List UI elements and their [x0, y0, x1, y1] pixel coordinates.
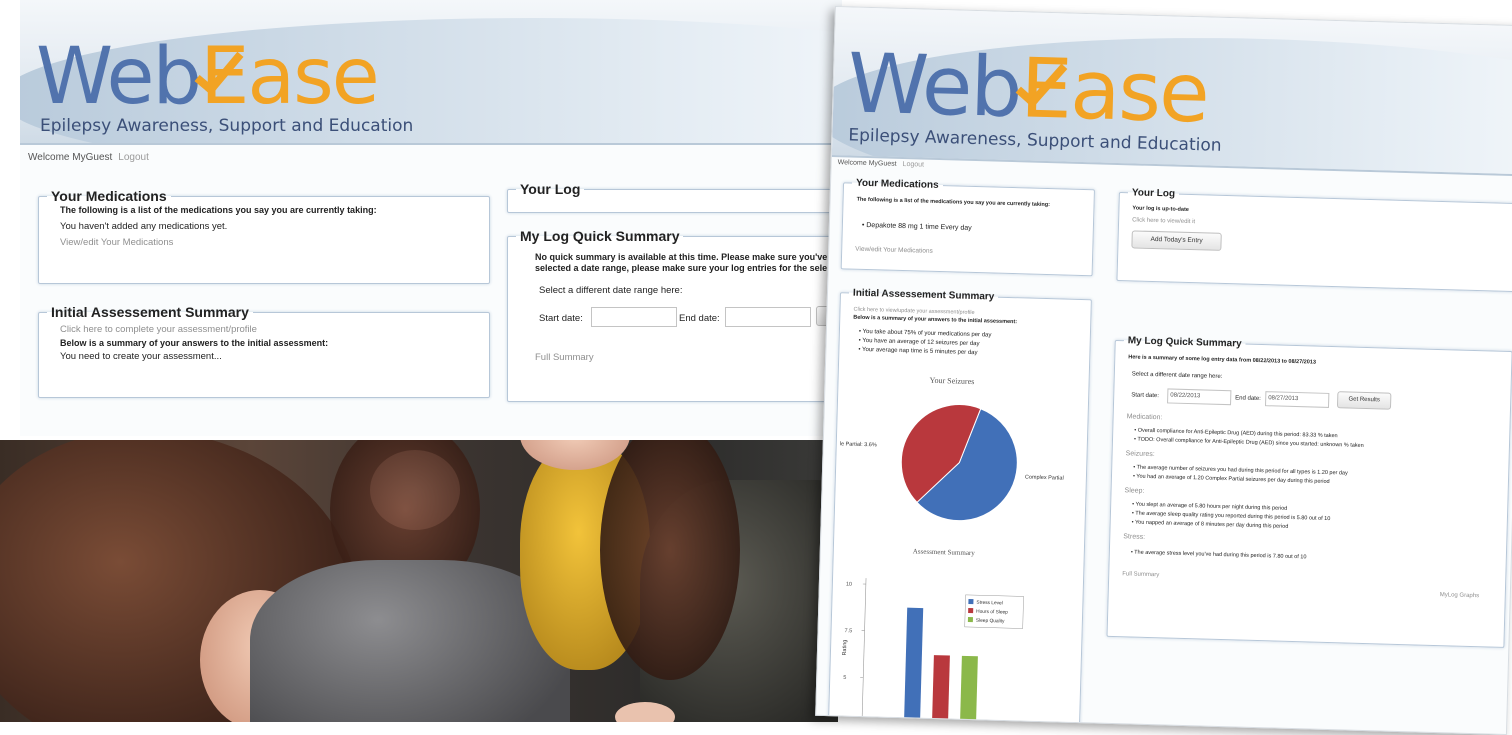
section-sleep-heading: Sleep:: [1124, 487, 1144, 495]
date-range-label: Select a different date range here:: [539, 285, 682, 296]
assessment-link[interactable]: Click here to complete your assessment/p…: [60, 324, 257, 335]
pie-chart-title: Your Seizures: [929, 376, 974, 386]
end-date-label-right: End date:: [1235, 395, 1261, 402]
section-medication-heading: Medication:: [1127, 413, 1163, 421]
assessment-note: You need to create your assessment...: [60, 351, 222, 362]
quick-summary-note-1: No quick summary is available at this ti…: [535, 252, 833, 262]
site-banner-right: WebEase Epilepsy Awareness, Support and …: [832, 7, 1512, 176]
add-todays-entry-button[interactable]: Add Today's Entry: [1131, 230, 1221, 251]
logout-link-right[interactable]: Logout: [903, 161, 925, 169]
bar-0: [904, 608, 923, 726]
get-results-button-right[interactable]: Get Results: [1337, 391, 1391, 410]
welcome-text: Welcome MyGuest: [28, 152, 112, 163]
mylog-graphs-link[interactable]: MyLog Graphs: [1440, 592, 1480, 599]
end-date-input[interactable]: [725, 307, 811, 327]
quick-summary-title: My Log Quick Summary: [516, 228, 683, 244]
assessment-title: Initial Assessement Summary: [47, 304, 253, 320]
end-date-label: End date:: [679, 313, 720, 324]
bar-y-axis-label: Rating: [842, 640, 848, 656]
legend-label-0: Stress Level: [976, 600, 1003, 607]
section-seizures-heading: Seizures:: [1126, 450, 1155, 458]
site-banner: WebEase Epilepsy Awareness, Support and …: [20, 0, 842, 145]
bar-tick-label-0: 10: [846, 582, 852, 588]
logo-web-text: Web: [36, 32, 200, 122]
logo-web-text-right: Web: [847, 36, 1022, 136]
legend-label-2: Sleep Quality: [976, 618, 1005, 625]
bar-2: [960, 656, 978, 727]
legend-label-1: Hours of Sleep: [976, 609, 1008, 616]
left-screenshot: WebEase Epilepsy Awareness, Support and …: [20, 0, 842, 436]
log-title: Your Log: [516, 181, 584, 197]
welcome-bar-right: Welcome MyGuest Logout: [838, 159, 925, 168]
legend-swatch-0: [968, 599, 973, 604]
welcome-bar: Welcome MyGuest Logout: [28, 152, 149, 163]
start-date-input-right[interactable]: 08/22/2013: [1167, 388, 1231, 405]
assessment-intro: Below is a summary of your answers to th…: [60, 338, 328, 348]
bar-tick-label-3: 2.5: [842, 721, 850, 727]
quick-summary-panel-right: My Log Quick Summary: [1106, 335, 1512, 648]
pie-label-simple: le Partial: 3.6%: [840, 441, 877, 448]
site-tagline: Epilepsy Awareness, Support and Educatio…: [40, 116, 413, 136]
end-date-input-right[interactable]: 08/27/2013: [1265, 391, 1329, 408]
start-date-label: Start date:: [539, 313, 583, 324]
right-screenshot: WebEase Epilepsy Awareness, Support and …: [815, 6, 1512, 735]
logout-link[interactable]: Logout: [118, 152, 149, 163]
bar-tick-label-1: 7.5: [844, 628, 852, 634]
medications-intro: The following is a list of the medicatio…: [60, 205, 377, 215]
bar-chart-title: Assessment Summary: [913, 547, 975, 557]
legend-swatch-2: [968, 617, 973, 622]
pie-label-complex: Complex Partial: [1025, 474, 1064, 481]
medications-empty: You haven't added any medications yet.: [60, 221, 227, 232]
start-date-input[interactable]: [591, 307, 677, 327]
bar-1: [932, 655, 950, 726]
full-summary-link-right[interactable]: Full Summary: [1122, 571, 1159, 578]
medications-title: Your Medications: [47, 188, 171, 204]
log-title-right: Your Log: [1128, 187, 1179, 199]
medications-panel: Your Medications: [38, 188, 490, 284]
bar-legend: Stress Level Hours of Sleep Sleep Quality: [965, 595, 1024, 629]
full-summary-link[interactable]: Full Summary: [535, 352, 594, 363]
legend-swatch-1: [968, 608, 973, 613]
quick-summary-title-right: My Log Quick Summary: [1124, 335, 1246, 349]
students-photo: [0, 440, 838, 722]
view-medications-link[interactable]: View/edit Your Medications: [60, 237, 173, 248]
medications-title-right: Your Medications: [852, 178, 943, 192]
assessment-title-right: Initial Assessement Summary: [849, 288, 999, 303]
welcome-text-right: Welcome MyGuest: [838, 159, 897, 168]
quick-summary-note-2: selected a date range, please make sure …: [535, 263, 835, 273]
pie-slices: [900, 403, 1019, 522]
section-stress-heading: Stress:: [1123, 533, 1145, 541]
log-panel: Your Log: [507, 181, 842, 213]
start-date-label-right: Start date:: [1131, 392, 1159, 399]
assessment-bar-chart: 10 7.5 5 2.5 Stress Level Hours of Sleep Slee…: [832, 555, 1077, 732]
seizures-pie-chart: le Partial: 3.6% Complex Partial: [837, 387, 1081, 534]
bar-y-axis: [862, 578, 866, 724]
bar-tick-label-2: 5: [843, 675, 846, 681]
